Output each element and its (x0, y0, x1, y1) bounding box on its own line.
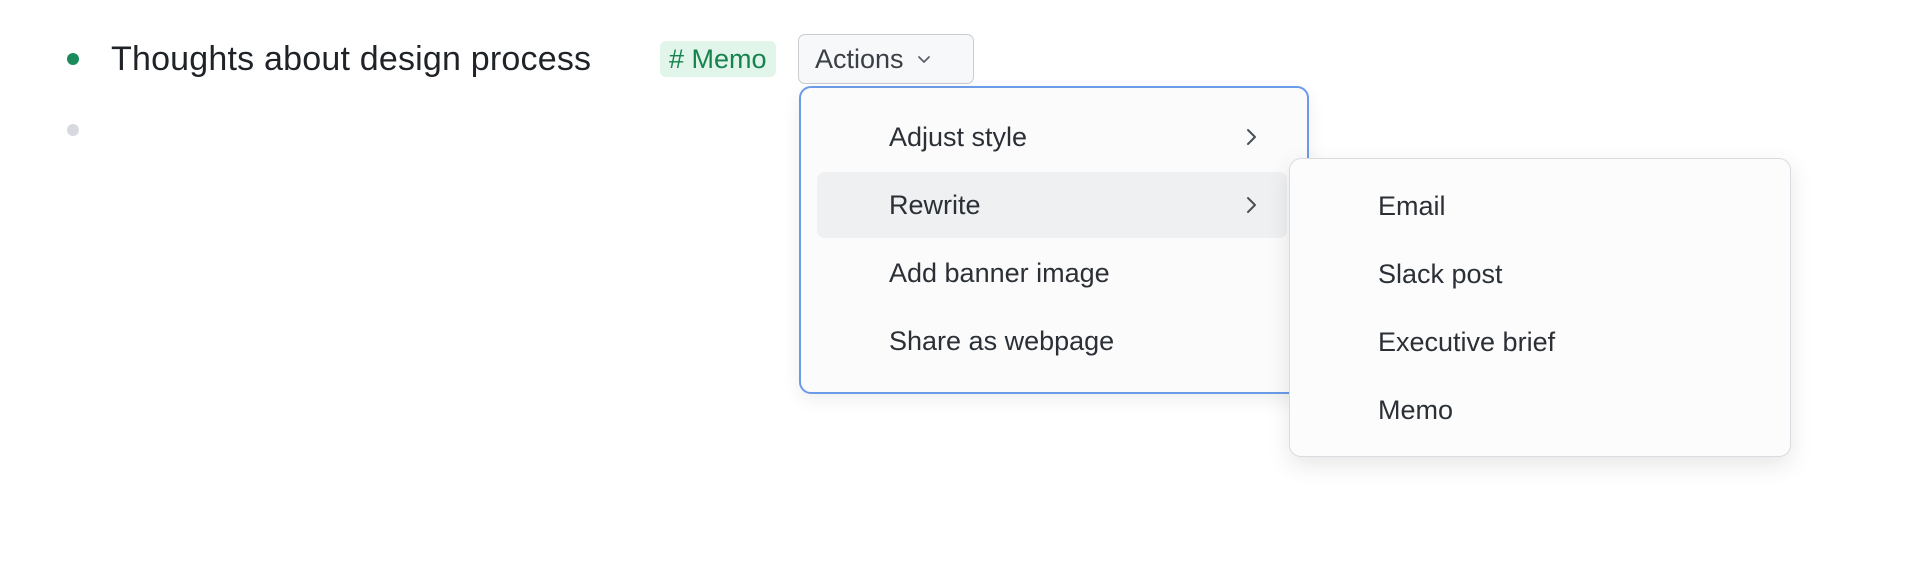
menu-item-share-as-webpage[interactable]: Share as webpage (817, 308, 1287, 374)
menu-item-label: Adjust style (889, 122, 1028, 152)
outline-item-text[interactable]: Thoughts about design process (111, 36, 591, 82)
editor-canvas: Thoughts about design process # Memo Act… (0, 0, 1920, 573)
submenu-item-label: Memo (1378, 395, 1454, 425)
menu-item-adjust-style[interactable]: Adjust style (817, 104, 1287, 170)
menu-item-label: Add banner image (889, 258, 1110, 288)
submenu-item-label: Slack post (1378, 259, 1503, 289)
chevron-right-icon (1247, 129, 1256, 145)
memo-tag[interactable]: # Memo (660, 41, 776, 77)
submenu-item-slack-post[interactable]: Slack post (1306, 241, 1774, 307)
menu-item-rewrite[interactable]: Rewrite (817, 172, 1287, 238)
menu-item-label: Rewrite (889, 190, 981, 220)
chevron-down-icon (917, 56, 930, 63)
submenu-item-label: Executive brief (1378, 327, 1556, 357)
submenu-item-executive-brief[interactable]: Executive brief (1306, 309, 1774, 375)
actions-button[interactable]: Actions (798, 34, 974, 84)
bullet-icon[interactable] (67, 53, 79, 65)
menu-item-add-banner-image[interactable]: Add banner image (817, 240, 1287, 306)
submenu-item-memo[interactable]: Memo (1306, 377, 1774, 443)
actions-menu: Adjust style Rewrite Add banner image Sh… (799, 86, 1309, 394)
chevron-right-icon (1247, 197, 1256, 213)
menu-item-label: Share as webpage (889, 326, 1115, 356)
outline-row[interactable]: Thoughts about design process # Memo Act… (0, 34, 1000, 84)
rewrite-submenu: Email Slack post Executive brief Memo (1289, 158, 1791, 457)
actions-button-label: Actions (815, 43, 904, 74)
bullet-icon[interactable] (67, 124, 79, 136)
submenu-item-email[interactable]: Email (1306, 173, 1774, 239)
outline-row-empty[interactable] (0, 110, 700, 150)
submenu-item-label: Email (1378, 191, 1446, 221)
